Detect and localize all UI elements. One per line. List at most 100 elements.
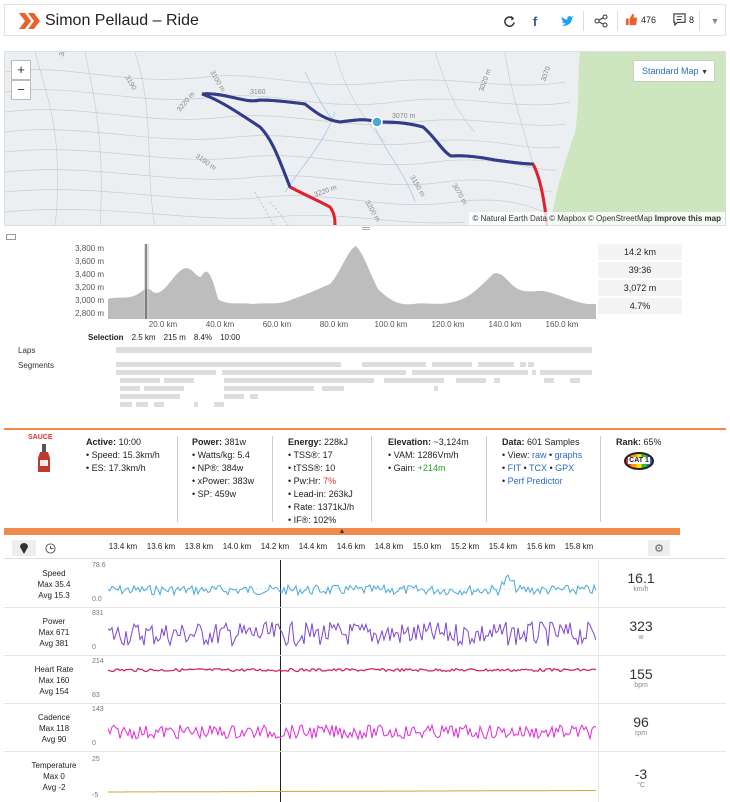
stat-line: • IF®: 102% [288, 515, 337, 525]
refresh-icon[interactable] [499, 11, 519, 31]
sauce-bottle-icon [38, 444, 50, 472]
stat-label: Elevation: [388, 437, 432, 447]
panel-collapse-bar[interactable]: ▲ [4, 528, 680, 535]
map-style-select[interactable]: Standard Map ▼ [633, 60, 715, 82]
unit: °C [637, 782, 645, 789]
chart-name: Heart Rate [34, 665, 74, 674]
settings-gear-icon[interactable]: ⚙ [648, 540, 670, 556]
perf-predictor-link[interactable]: Perf Predictor [508, 476, 563, 486]
time-mode-button[interactable] [38, 540, 62, 556]
speed-chart[interactable]: Speed Max 35.4 Avg 15.3 78.6 0.0 16.1 km/h [4, 560, 726, 608]
contour-label: 3070 m [450, 183, 468, 207]
clock-icon [44, 542, 56, 554]
gpx-link[interactable]: GPX [555, 463, 574, 473]
map-resize-handle[interactable] [362, 227, 370, 230]
y-min: -5 [92, 792, 99, 799]
stat-value: 381w [224, 437, 247, 447]
twitter-icon[interactable] [557, 11, 577, 31]
zoom-out-button[interactable]: − [11, 80, 31, 100]
segments-track[interactable] [114, 360, 594, 412]
stat-value: 10:00 [118, 437, 142, 447]
selection-value: 10:00 [220, 333, 241, 342]
elevation-stats: Elevation: ~3,124m • VAM: 1286Vm/h • Gai… [388, 436, 469, 475]
improve-map-link[interactable]: Improve this map [655, 214, 721, 223]
y-max: 831 [92, 610, 104, 617]
chart-max: Max 160 [38, 676, 70, 685]
unit: w [638, 634, 644, 641]
selection-value: 215 m [163, 333, 186, 342]
contour-label: 3160 [250, 89, 266, 96]
chevron-down-icon[interactable]: ▼ [705, 11, 725, 31]
stat-line: • Watts/kg: 5.4 [192, 450, 250, 460]
heart-rate-label: Heart Rate Max 160 Avg 154 [4, 664, 104, 697]
comments-count: 8 [689, 14, 695, 25]
kudos-button[interactable]: 476 [625, 13, 656, 26]
contour-label: 3080 [58, 52, 70, 58]
pwhr-value: 7% [323, 476, 337, 486]
divider [272, 436, 273, 522]
divider [583, 11, 584, 31]
elev-ytick: 3,800 m [75, 244, 104, 253]
contour-label: 3100 m [208, 70, 226, 94]
thumbs-up-icon [625, 13, 638, 26]
graphs-link[interactable]: graphs [555, 450, 583, 460]
stat-label: Active: [86, 437, 117, 447]
data-stats: Data: 601 Samples • View: raw • graphs •… [502, 437, 583, 486]
cat-badge-icon: CAT 1 [624, 452, 654, 470]
tcx-link[interactable]: TCX [529, 463, 547, 473]
timeline-tick: 15.8 km [564, 542, 594, 551]
selection-distance: 14.2 km [598, 244, 682, 261]
cadence-line [108, 723, 596, 741]
elev-xtick: 60.0 km [262, 320, 292, 329]
share-icon[interactable] [591, 11, 611, 31]
contour-label: 3220 m [313, 184, 337, 199]
elev-xtick: 120.0 km [431, 320, 465, 329]
chart-avg: Avg 15.3 [38, 591, 70, 600]
divider [371, 436, 372, 522]
route-map[interactable]: 3160 3190 3220 m 3190 m 3220 m 3200 m 31… [4, 51, 726, 226]
unit: km/h [633, 586, 649, 593]
elev-xtick: 20.0 km [148, 320, 178, 329]
y-max: 78.6 [92, 562, 106, 569]
value: 16.1 [627, 570, 655, 586]
y-min: 83 [92, 692, 100, 699]
stat-line: • ES: 17.3km/h [86, 463, 146, 473]
zoom-in-button[interactable]: + [11, 60, 31, 80]
gain-value: +214m [417, 463, 446, 473]
cadence-chart[interactable]: Cadence Max 118 Avg 90 143 0 96 rpm [4, 704, 726, 752]
divider [486, 436, 487, 522]
divider [177, 436, 178, 522]
unit: bpm [634, 682, 648, 689]
timeline-header: 13.4 km 13.6 km 13.8 km 14.0 km 14.2 km … [4, 537, 726, 559]
facebook-icon[interactable]: f [525, 11, 545, 31]
lap-bar[interactable] [116, 347, 592, 353]
cadence-label: Cadence Max 118 Avg 90 [4, 712, 104, 745]
stats-panel: SAUCE Active: 10:00 • Speed: 15.3km/h • … [4, 428, 726, 526]
comments-button[interactable]: 8 [673, 13, 694, 26]
y-max: 143 [92, 706, 104, 713]
heart-rate-chart[interactable]: Heart Rate Max 160 Avg 154 214 83 155 bpm [4, 656, 726, 704]
elevation-profile[interactable] [108, 244, 596, 319]
stream-charts: Speed Max 35.4 Avg 15.3 78.6 0.0 16.1 km/h … [4, 560, 726, 802]
value: 96 [633, 714, 649, 730]
stat-line: • TSS®: 17 [288, 450, 333, 460]
stat-line: • SP: 459w [192, 489, 237, 499]
contour-label: 3020 m [478, 68, 493, 92]
fit-link[interactable]: FIT [508, 463, 521, 473]
keyboard-icon[interactable] [6, 234, 16, 240]
stat-value: 228kJ [324, 437, 349, 447]
sauce-label: SAUCE [28, 434, 53, 441]
elev-xtick: 100.0 km [374, 320, 408, 329]
heart-rate-value: 155 bpm [600, 666, 682, 689]
temperature-label: Temperature Max 0 Avg -2 [4, 760, 104, 793]
selection-label: Selection [88, 333, 124, 342]
chart-name: Power [42, 617, 66, 626]
elev-ytick: 3,000 m [75, 296, 104, 305]
value: 155 [629, 666, 653, 682]
distance-mode-button[interactable] [12, 540, 36, 556]
temperature-chart[interactable]: Temperature Max 0 Avg -2 25 -5 -3 °C [4, 752, 726, 802]
raw-link[interactable]: raw [532, 450, 547, 460]
stat-value: ~3,124m [433, 437, 469, 447]
contour-label: 3150 m [408, 175, 426, 199]
power-chart[interactable]: Power Max 671 Avg 381 831 0 323 w [4, 608, 726, 656]
